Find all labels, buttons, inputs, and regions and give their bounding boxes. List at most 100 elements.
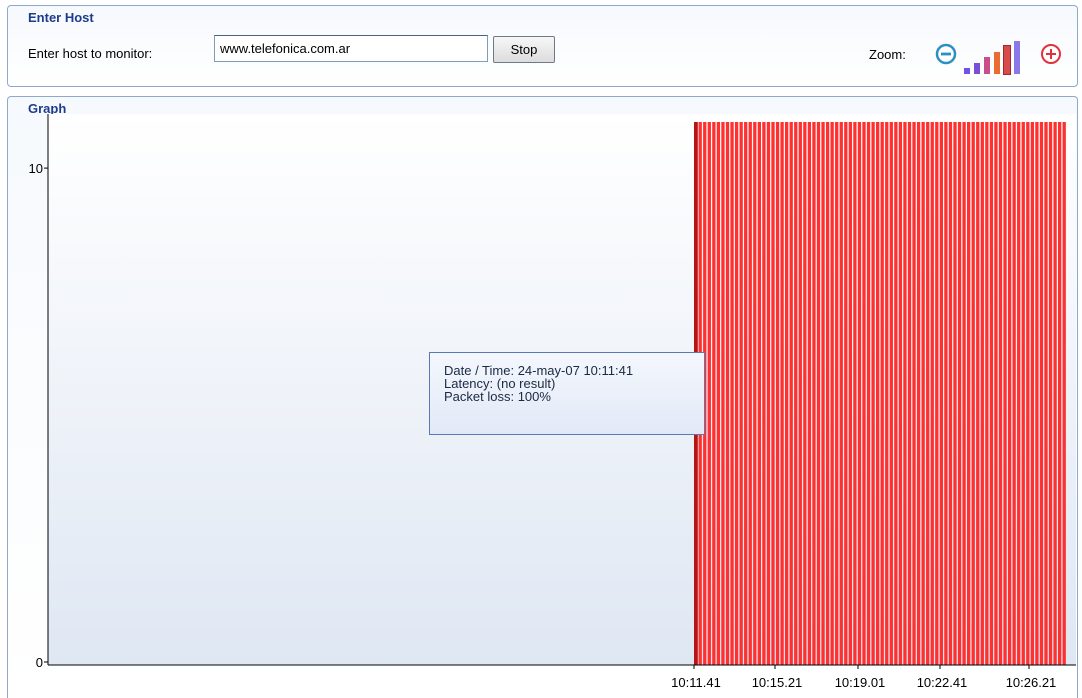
latency-bar <box>1044 122 1048 665</box>
latency-bar <box>798 122 802 665</box>
latency-bar <box>898 122 903 665</box>
host-input[interactable] <box>214 35 488 62</box>
latency-bar <box>903 122 907 665</box>
latency-bar <box>1030 122 1034 665</box>
latency-bar <box>926 122 930 665</box>
latency-bar <box>912 122 916 665</box>
latency-bar <box>980 122 984 665</box>
latency-bar <box>1026 122 1030 665</box>
stop-button[interactable]: Stop <box>493 36 555 63</box>
latency-bar <box>957 122 962 665</box>
zoom-label: Zoom: <box>869 47 906 62</box>
latency-bar <box>930 122 934 665</box>
x-tick-label: 10:15.21 <box>752 675 803 690</box>
x-tick-label: 10:11.41 <box>671 675 721 690</box>
latency-bar <box>921 122 925 665</box>
latency-bar <box>939 122 943 665</box>
latency-bar <box>894 122 898 665</box>
latency-bar <box>707 122 711 665</box>
tooltip-packet-loss: Packet loss: 100% <box>444 389 551 404</box>
latency-bar <box>998 122 1003 665</box>
latency-bar <box>1039 122 1044 665</box>
latency-bar <box>862 122 866 665</box>
latency-bar <box>907 122 912 665</box>
latency-bar <box>721 122 725 665</box>
latency-bar <box>730 122 734 665</box>
latency-bar <box>835 122 839 665</box>
latency-bar <box>1003 122 1007 665</box>
latency-bar <box>1058 122 1062 665</box>
latency-bar <box>739 122 743 665</box>
latency-bar <box>976 122 980 665</box>
latency-bar <box>848 122 852 665</box>
x-tick-label: 10:22.41 <box>917 675 968 690</box>
latency-bar <box>780 122 784 665</box>
latency-bar <box>821 122 825 665</box>
latency-bar <box>830 122 834 665</box>
latency-bar <box>880 122 884 665</box>
latency-bar <box>794 122 798 665</box>
latency-bar <box>816 122 821 665</box>
latency-bar <box>1035 122 1039 665</box>
host-label: Enter host to monitor: <box>28 46 153 61</box>
latency-bar <box>948 122 953 665</box>
zoom-level-1-bar[interactable] <box>964 68 970 74</box>
zoom-out-icon[interactable] <box>935 43 957 65</box>
latency-bar <box>839 122 843 665</box>
latency-bar <box>766 122 771 665</box>
zoom-level-2-bar[interactable] <box>974 62 980 74</box>
latency-bar <box>962 122 966 665</box>
latency-bar <box>1053 122 1057 665</box>
latency-bar <box>885 122 889 665</box>
x-tick-label: 10:26.21 <box>1006 675 1057 690</box>
latency-bar <box>1048 122 1053 665</box>
latency-bar <box>953 122 957 665</box>
x-tick-label: 10:19.01 <box>835 675 886 690</box>
latency-bar <box>967 122 971 665</box>
latency-bar <box>748 122 752 665</box>
zoom-level-5-bar[interactable] <box>1003 45 1011 75</box>
latency-bar <box>935 122 939 665</box>
latency-bar <box>771 122 775 665</box>
latency-bar <box>807 122 812 665</box>
latency-bar <box>757 122 761 665</box>
latency-bar <box>994 122 998 665</box>
zoom-level-6-bar[interactable] <box>1014 40 1020 74</box>
zoom-level-4-bar[interactable] <box>994 51 1000 74</box>
latency-bar <box>825 122 830 665</box>
latency-bar <box>844 122 848 665</box>
latency-bar <box>762 122 766 665</box>
latency-bar <box>1021 122 1025 665</box>
latency-bar <box>716 122 721 665</box>
latency-bar <box>1062 122 1066 665</box>
latency-bar <box>812 122 816 665</box>
latency-bar <box>712 122 716 665</box>
latency-bar <box>803 122 807 665</box>
latency-bar <box>985 122 989 665</box>
latency-bar <box>1017 122 1021 665</box>
latency-bar <box>871 122 875 665</box>
latency-bar <box>916 122 921 665</box>
latency-bar <box>857 122 862 665</box>
latency-bar <box>866 122 871 665</box>
zoom-level-3-bar[interactable] <box>984 57 990 74</box>
data-point-tooltip: Date / Time: 24-may-07 10:11:41 Latency:… <box>429 352 705 435</box>
y-tick-label: 0 <box>36 655 43 670</box>
latency-bar <box>989 122 994 665</box>
latency-bar <box>853 122 857 665</box>
y-tick-label: 10 <box>29 161 43 176</box>
latency-bar <box>775 122 780 665</box>
latency-bar <box>944 122 948 665</box>
latency-bar <box>1007 122 1012 665</box>
latency-bar <box>725 122 730 665</box>
latency-bar <box>1012 122 1016 665</box>
latency-bar <box>785 122 789 665</box>
latency-bar <box>753 122 757 665</box>
latency-bar <box>744 122 748 665</box>
zoom-level-bars <box>960 38 1042 75</box>
latency-bar <box>876 122 880 665</box>
latency-bar <box>971 122 975 665</box>
latency-bar <box>734 122 739 665</box>
zoom-in-icon[interactable] <box>1040 43 1062 65</box>
latency-bar <box>789 122 793 665</box>
